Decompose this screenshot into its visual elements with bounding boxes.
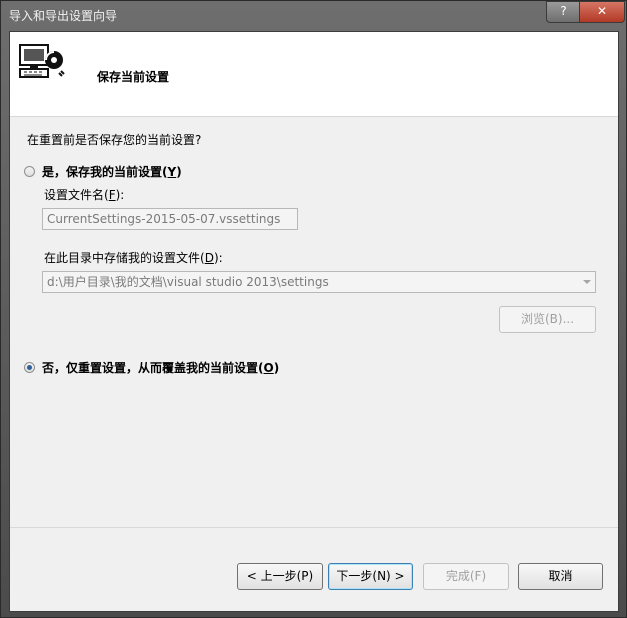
save-settings-label[interactable]: 是，保存我的当前设置(Y)	[42, 163, 182, 180]
wizard-header: 保存当前设置	[10, 32, 618, 117]
browse-button[interactable]: 浏览(B)...	[499, 306, 596, 333]
directory-value: d:\用户目录\我的文档\visual studio 2013\settings	[47, 275, 329, 289]
cancel-button[interactable]: 取消	[518, 563, 603, 590]
next-button[interactable]: 下一步(N) >	[328, 563, 413, 590]
help-button[interactable]: ?	[546, 1, 581, 23]
save-settings-radio[interactable]	[24, 166, 35, 177]
overwrite-settings-radio[interactable]	[24, 362, 35, 373]
directory-combo[interactable]: d:\用户目录\我的文档\visual studio 2013\settings	[42, 271, 596, 293]
back-button[interactable]: < 上一步(P)	[237, 563, 323, 590]
window-title: 导入和导出设置向导	[9, 9, 118, 23]
directory-label: 在此目录中存储我的设置文件(D):	[44, 251, 223, 265]
wizard-window: 导入和导出设置向导 ? ✕ 保存当前设置 在重置前是否保存您的当前设置? 是，保…	[0, 0, 627, 618]
title-bar[interactable]: 导入和导出设置向导 ? ✕	[1, 1, 626, 31]
page-title: 保存当前设置	[97, 70, 170, 84]
finish-button[interactable]: 完成(F)	[423, 563, 509, 590]
chevron-down-icon[interactable]	[583, 280, 591, 284]
footer-separator	[10, 527, 618, 528]
reset-question: 在重置前是否保存您的当前设置?	[27, 133, 202, 147]
filename-label: 设置文件名(F):	[44, 188, 125, 202]
overwrite-settings-label[interactable]: 否，仅重置设置，从而覆盖我的当前设置(O)	[42, 359, 279, 376]
close-button[interactable]: ✕	[579, 1, 625, 23]
filename-input[interactable]: CurrentSettings-2015-05-07.vssettings	[42, 208, 298, 230]
wizard-client-area: 保存当前设置 在重置前是否保存您的当前设置? 是，保存我的当前设置(Y) 设置文…	[9, 31, 619, 612]
computer-settings-icon	[19, 44, 65, 78]
